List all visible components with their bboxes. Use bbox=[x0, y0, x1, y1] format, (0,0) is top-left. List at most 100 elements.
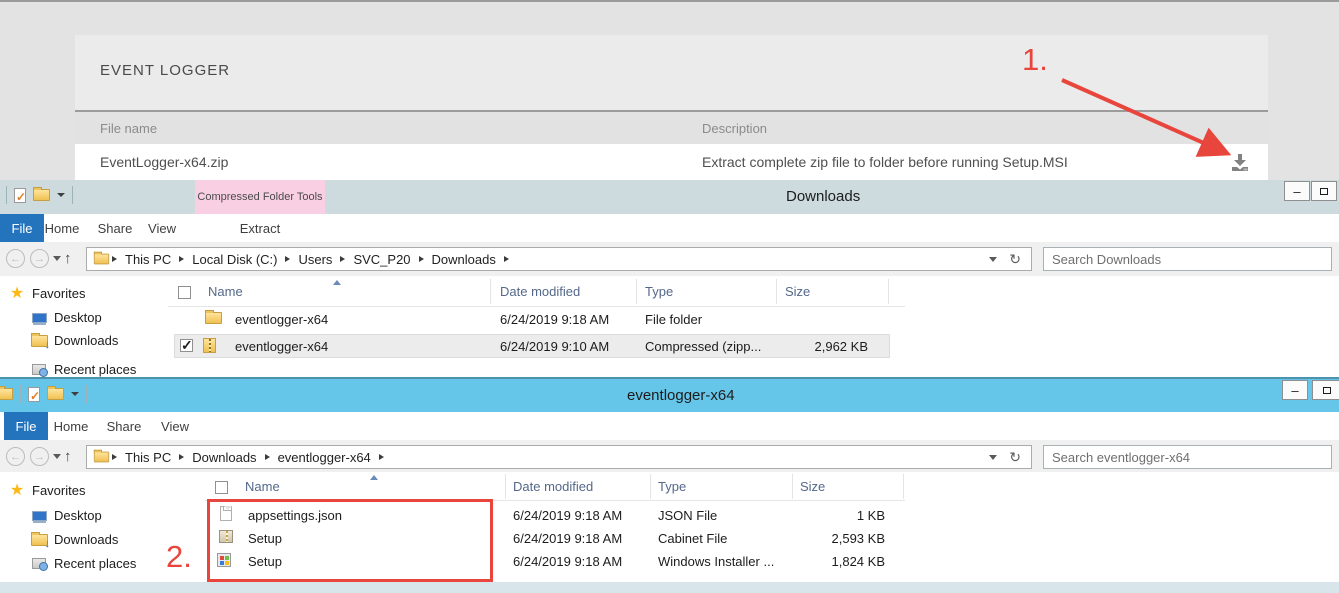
column-header-type[interactable]: Type bbox=[645, 284, 673, 299]
maximize-button[interactable] bbox=[1311, 181, 1337, 201]
column-separator[interactable] bbox=[636, 279, 637, 304]
tab-extract[interactable]: Extract bbox=[225, 214, 295, 242]
tab-file[interactable]: File bbox=[4, 412, 48, 440]
row-checkbox-checked[interactable] bbox=[180, 339, 193, 352]
search-box[interactable] bbox=[1043, 247, 1332, 271]
download-icon[interactable] bbox=[1230, 154, 1250, 172]
breadcrumb-downloads[interactable]: Downloads bbox=[426, 252, 502, 267]
sort-ascending-icon bbox=[370, 475, 378, 480]
cell-type: Compressed (zipp... bbox=[645, 339, 761, 354]
tab-share[interactable]: Share bbox=[91, 214, 139, 242]
up-icon[interactable]: ↑ bbox=[64, 250, 72, 267]
breadcrumb-separator-icon bbox=[179, 454, 184, 460]
bottom-frame-strip bbox=[0, 582, 1339, 593]
sidebar-item-desktop[interactable]: Desktop bbox=[30, 508, 102, 523]
folder-icon bbox=[205, 312, 222, 324]
sidebar-item-desktop[interactable]: Desktop bbox=[30, 310, 102, 325]
column-header-size[interactable]: Size bbox=[785, 284, 810, 299]
back-icon[interactable]: ← bbox=[6, 249, 25, 268]
up-icon[interactable]: ↑ bbox=[64, 448, 72, 465]
select-all-checkbox[interactable] bbox=[215, 481, 228, 494]
breadcrumb-this-pc[interactable]: This PC bbox=[119, 450, 177, 465]
refresh-icon[interactable]: ↻ bbox=[1009, 251, 1021, 268]
sidebar-label: Downloads bbox=[54, 532, 118, 547]
column-separator[interactable] bbox=[792, 474, 793, 499]
tab-share[interactable]: Share bbox=[100, 412, 148, 440]
tab-home[interactable]: Home bbox=[38, 214, 86, 242]
forward-icon[interactable]: → bbox=[30, 249, 49, 268]
cell-name[interactable]: eventlogger-x64 bbox=[235, 339, 328, 354]
column-separator[interactable] bbox=[888, 279, 889, 304]
column-header-size[interactable]: Size bbox=[800, 479, 825, 494]
sidebar-item-favorites[interactable]: ★ Favorites bbox=[8, 483, 85, 498]
column-separator[interactable] bbox=[505, 474, 506, 499]
column-separator[interactable] bbox=[776, 279, 777, 304]
downloads-ribbon-tabs: File Home Share View Extract bbox=[0, 214, 1339, 242]
column-header-date-modified[interactable]: Date modified bbox=[513, 479, 593, 494]
sidebar-item-recent-places[interactable]: Recent places bbox=[30, 556, 136, 571]
breadcrumb-separator-icon bbox=[112, 454, 117, 460]
favorites-star-icon: ★ bbox=[8, 483, 26, 498]
downloads-folder-icon: ↓ bbox=[30, 532, 48, 547]
column-separator[interactable] bbox=[903, 474, 904, 499]
breadcrumb-separator-icon bbox=[504, 256, 509, 262]
breadcrumb-downloads[interactable]: Downloads bbox=[186, 450, 262, 465]
refresh-icon[interactable]: ↻ bbox=[1009, 449, 1021, 466]
column-header-date-modified[interactable]: Date modified bbox=[500, 284, 580, 299]
recent-locations-icon[interactable] bbox=[53, 256, 61, 261]
breadcrumb-local-disk[interactable]: Local Disk (C:) bbox=[186, 252, 283, 267]
column-header-name[interactable]: Name bbox=[245, 479, 280, 494]
tab-view[interactable]: View bbox=[152, 412, 198, 440]
sidebar-label: Desktop bbox=[54, 310, 102, 325]
sidebar-item-favorites[interactable]: ★ Favorites bbox=[8, 286, 85, 301]
sidebar-item-recent-places[interactable]: Recent places bbox=[30, 362, 136, 377]
minimize-button[interactable]: – bbox=[1284, 181, 1310, 201]
downloads-titlebar: Compressed Folder Tools Downloads – bbox=[0, 180, 1339, 214]
column-separator[interactable] bbox=[490, 279, 491, 304]
properties-icon[interactable] bbox=[14, 188, 26, 203]
tab-view[interactable]: View bbox=[139, 214, 185, 242]
separator bbox=[72, 186, 73, 204]
address-dropdown-icon[interactable] bbox=[989, 455, 997, 460]
search-box[interactable] bbox=[1043, 445, 1332, 469]
select-all-checkbox[interactable] bbox=[178, 286, 191, 299]
customize-toolbar-icon[interactable] bbox=[57, 193, 65, 197]
cell-name[interactable]: eventlogger-x64 bbox=[235, 312, 328, 327]
explorer-window-eventlogger: eventlogger-x64 – File Home Share View ←… bbox=[0, 377, 1339, 582]
sidebar-label: Recent places bbox=[54, 362, 136, 377]
new-folder-icon[interactable] bbox=[33, 189, 50, 201]
column-header-name[interactable]: Name bbox=[208, 284, 243, 299]
back-icon[interactable]: ← bbox=[6, 447, 25, 466]
tab-home[interactable]: Home bbox=[47, 412, 95, 440]
sidebar-item-downloads[interactable]: ↓ Downloads bbox=[30, 333, 118, 348]
breadcrumb-users[interactable]: Users bbox=[292, 252, 338, 267]
column-header-type[interactable]: Type bbox=[658, 479, 686, 494]
maximize-button[interactable] bbox=[1312, 380, 1339, 400]
search-input[interactable] bbox=[1044, 248, 1331, 270]
breadcrumb-eventlogger-x64[interactable]: eventlogger-x64 bbox=[272, 450, 377, 465]
column-separator[interactable] bbox=[650, 474, 651, 499]
customize-toolbar-icon[interactable] bbox=[71, 392, 79, 396]
minimize-button[interactable]: – bbox=[1282, 380, 1308, 400]
quick-access-toolbar bbox=[6, 385, 87, 403]
cell-type: Cabinet File bbox=[658, 531, 727, 546]
breadcrumb-separator-icon bbox=[112, 256, 117, 262]
breadcrumb-svc-p20[interactable]: SVC_P20 bbox=[347, 252, 416, 267]
search-input[interactable] bbox=[1044, 446, 1331, 468]
address-input[interactable]: This PC Local Disk (C:) Users SVC_P20 Do… bbox=[86, 247, 1032, 271]
cell-type: JSON File bbox=[658, 508, 717, 523]
address-input[interactable]: This PC Downloads eventlogger-x64 ↻ bbox=[86, 445, 1032, 469]
eventlogger-address-bar: ← → ↑ This PC Downloads eventlogger-x64 … bbox=[0, 440, 1339, 472]
zip-folder-icon bbox=[203, 338, 216, 353]
new-folder-icon[interactable] bbox=[47, 388, 64, 400]
breadcrumb-this-pc[interactable]: This PC bbox=[119, 252, 177, 267]
forward-icon[interactable]: → bbox=[30, 447, 49, 466]
cell-size: 2,593 KB bbox=[805, 531, 885, 546]
contextual-tab-compressed-folder-tools[interactable]: Compressed Folder Tools bbox=[195, 180, 325, 214]
address-dropdown-icon[interactable] bbox=[989, 257, 997, 262]
recent-locations-icon[interactable] bbox=[53, 454, 61, 459]
sidebar-item-downloads[interactable]: ↓ Downloads bbox=[30, 532, 118, 547]
downloads-folder-icon: ↓ bbox=[30, 333, 48, 348]
cell-date-modified: 6/24/2019 9:18 AM bbox=[513, 554, 622, 569]
properties-icon[interactable] bbox=[28, 387, 40, 402]
